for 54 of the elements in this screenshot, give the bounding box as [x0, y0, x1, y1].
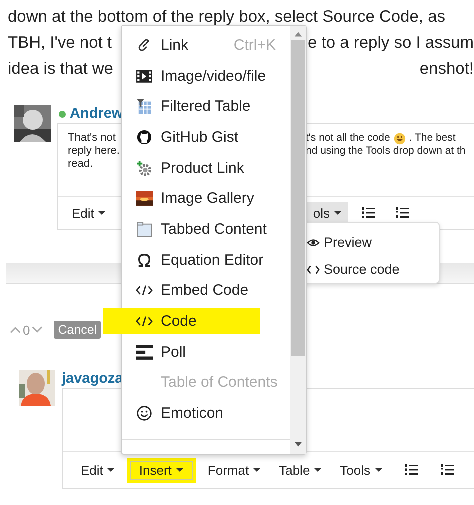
comment-text: t's not all the code: [306, 132, 390, 145]
menu-item[interactable]: GitHub Gist: [122, 122, 290, 153]
toolbar-menu-button[interactable]: Table: [273, 458, 328, 482]
author-name[interactable]: javagoza: [62, 371, 124, 387]
toolbar-menu-button[interactable]: Insert: [127, 458, 196, 482]
bullet-list-icon[interactable]: [404, 464, 419, 476]
comment-text: read.: [68, 158, 94, 171]
menu-item[interactable]: Equation Editor: [122, 244, 290, 276]
vote-count: 0: [23, 322, 30, 338]
author-name[interactable]: Andrew: [70, 106, 124, 122]
post-text: TBH, I've not t: [7, 33, 112, 54]
menu-item[interactable]: Product Link: [122, 152, 290, 184]
menu-item[interactable]: Image/video/file: [122, 60, 290, 92]
menu-item[interactable]: Link Ctrl+K: [122, 30, 290, 61]
menu-item[interactable]: Filtered Table: [122, 91, 290, 122]
eye-icon: [307, 238, 320, 248]
menu-item[interactable]: Preview: [324, 235, 372, 250]
numbered-list-icon[interactable]: [440, 464, 455, 476]
toolbar-menu-button[interactable]: Tools: [334, 458, 389, 482]
menu-item[interactable]: Poll: [122, 336, 290, 368]
scrollbar-thumb[interactable]: [291, 40, 305, 356]
bar-lines-icon: [136, 344, 153, 360]
menu-item[interactable]: Embed Code: [122, 276, 290, 306]
table-filter-icon: [136, 99, 153, 114]
post-text: down at the bottom of the reply box, select Source Code, as: [7, 7, 446, 28]
menu-item[interactable]: Code: [122, 306, 290, 337]
scroll-down-icon[interactable]: [294, 442, 302, 448]
code-icon: [307, 264, 320, 274]
toolbar-menu-button[interactable]: ols: [307, 202, 348, 224]
film-icon: [136, 68, 153, 84]
menu-item[interactable]: Image Gallery: [122, 183, 290, 214]
bullet-list-icon[interactable]: [362, 207, 376, 219]
menu-item[interactable]: Emoticon: [122, 398, 290, 429]
comment-text: reply here.: [68, 145, 120, 158]
code-icon: [136, 283, 153, 298]
tabbed-window-icon: [136, 222, 153, 237]
cat-silhouette-icon: [136, 130, 153, 145]
toolbar-menu-button[interactable]: Edit: [75, 458, 122, 482]
menu-item[interactable]: Tabbed Content: [122, 214, 290, 245]
post-text: idea is that we: [7, 59, 114, 80]
comment-text: . The best: [409, 132, 456, 145]
toolbar-menu-button[interactable]: Edit: [66, 202, 112, 224]
numbered-list-icon[interactable]: [396, 207, 410, 219]
sunset-image-icon: [136, 191, 153, 206]
menu-item[interactable]: Source code: [324, 262, 400, 277]
post-text: e to a reply so I assum: [308, 33, 474, 54]
comment-text: That's not: [68, 132, 116, 145]
omega-icon: [136, 252, 153, 268]
smiley-icon: [136, 406, 153, 422]
toolbar-menu-button[interactable]: Format: [202, 458, 268, 482]
post-text: enshot!: [420, 59, 474, 80]
scroll-up-icon[interactable]: [294, 31, 302, 37]
code-icon: [136, 314, 153, 330]
gear-plus-icon: [136, 160, 153, 176]
